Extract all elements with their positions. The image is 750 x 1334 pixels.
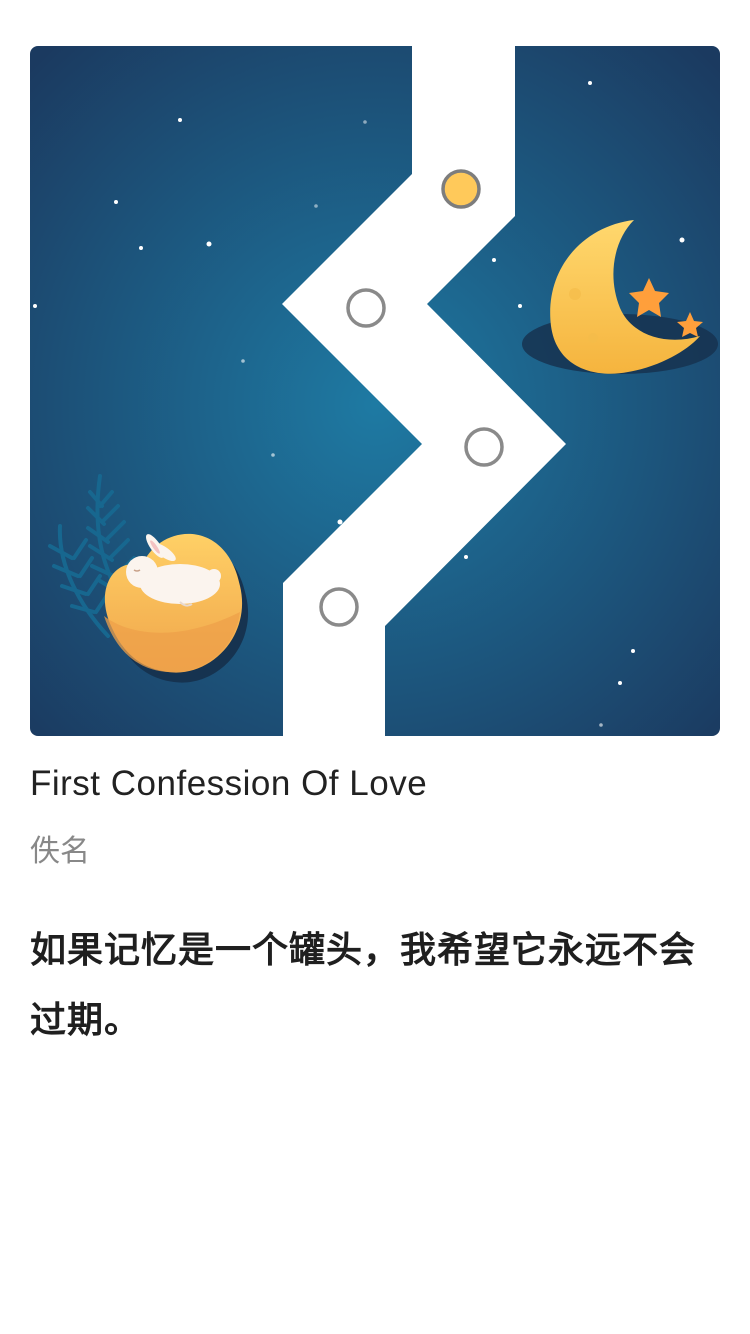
level-node[interactable] (319, 587, 359, 627)
level-node[interactable] (346, 288, 386, 328)
level-node[interactable] (464, 427, 504, 467)
poem-quote: 如果记忆是一个罐头，我希望它永远不会过期。 (30, 930, 697, 1041)
level-node-active[interactable] (441, 169, 481, 209)
poem-illustration (30, 46, 720, 736)
poem-title: First Confession Of Love (30, 764, 428, 803)
poem-author: 佚名 (30, 834, 90, 869)
